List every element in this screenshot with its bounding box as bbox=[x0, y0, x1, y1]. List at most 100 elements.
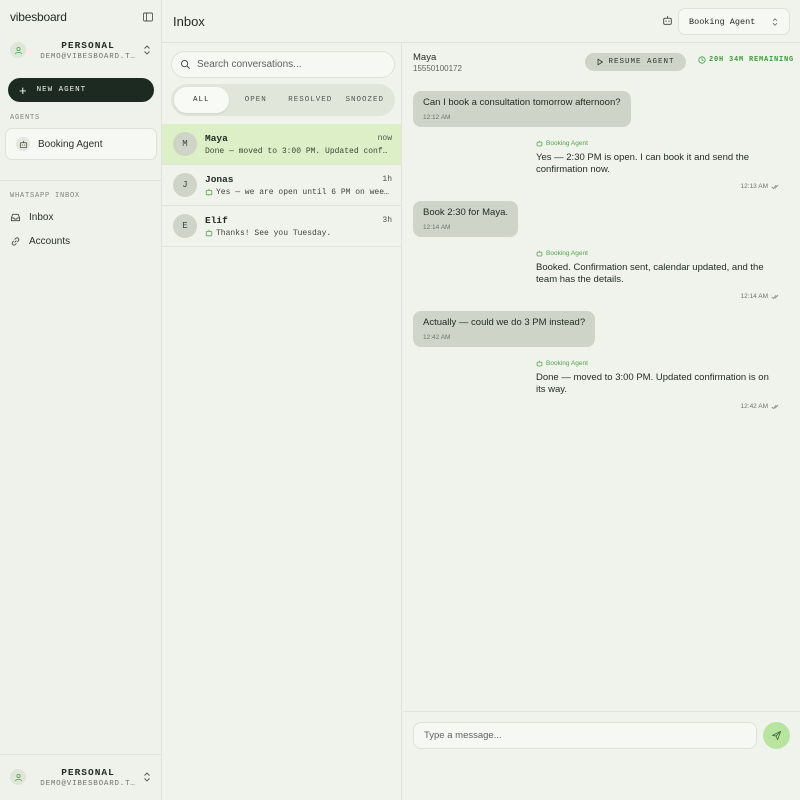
message-text: Book 2:30 for Maya. bbox=[423, 207, 509, 218]
sidebar-item-booking-agent[interactable]: Booking Agent bbox=[5, 128, 157, 160]
sidebar-item-label: Accounts bbox=[29, 235, 71, 247]
search-box[interactable] bbox=[171, 51, 395, 78]
conversation-item-elif[interactable]: E Elif 3h Thanks! See you Tuesday. bbox=[162, 206, 401, 247]
session-timer: 20H 34M REMAINING bbox=[698, 56, 794, 64]
new-agent-button[interactable]: + NEW AGENT bbox=[8, 78, 154, 102]
message-outgoing: Booking Agent Booked. Confirmation sent,… bbox=[536, 250, 780, 300]
message-time: 12:12 AM bbox=[423, 114, 451, 121]
send-icon bbox=[771, 730, 782, 741]
conversation-preview: Done — moved to 3:00 PM. Updated confirm… bbox=[205, 146, 392, 156]
send-button[interactable] bbox=[763, 722, 790, 749]
bot-icon bbox=[205, 229, 213, 237]
account-name: PERSONAL bbox=[61, 39, 115, 51]
sidebar-collapse-icon[interactable] bbox=[142, 11, 154, 23]
account-avatar bbox=[10, 42, 26, 58]
bot-icon bbox=[536, 250, 543, 257]
tab-snoozed[interactable]: SNOOZED bbox=[338, 87, 393, 113]
agent-select-value: Booking Agent bbox=[689, 16, 756, 27]
message-text: Booked. Confirmation sent, calendar upda… bbox=[536, 262, 764, 285]
bot-icon bbox=[663, 16, 672, 25]
message-time: 12:42 AM bbox=[740, 403, 768, 410]
message-time: 12:14 AM bbox=[423, 224, 451, 231]
avatar: E bbox=[173, 214, 197, 238]
account-email: DEMO@VIBESBOARD.T… bbox=[40, 779, 136, 788]
user-icon bbox=[14, 46, 22, 54]
play-icon bbox=[598, 58, 604, 66]
user-icon bbox=[14, 773, 22, 781]
conversation-preview: Yes — we are open until 6 PM on weekdays… bbox=[216, 187, 392, 197]
whatsapp-inbox-section-label: WHATSAPP INBOX bbox=[10, 192, 81, 200]
agent-tag-label: Booking Agent bbox=[546, 360, 588, 367]
chevron-up-down-icon bbox=[772, 17, 778, 26]
sidebar-item-accounts[interactable]: Accounts bbox=[10, 232, 150, 250]
clock-icon bbox=[698, 56, 706, 64]
message-composer[interactable] bbox=[413, 722, 757, 749]
bot-icon bbox=[16, 137, 30, 151]
chevron-up-down-icon bbox=[144, 45, 150, 55]
header: Inbox Booking Agent bbox=[162, 0, 800, 43]
account-switcher-bottom[interactable]: PERSONAL DEMO@VIBESBOARD.T… bbox=[10, 762, 152, 792]
search-input[interactable] bbox=[197, 59, 377, 70]
account-avatar bbox=[10, 769, 26, 785]
account-name: PERSONAL bbox=[61, 766, 115, 778]
contact-phone: 15550100172 bbox=[413, 64, 462, 73]
agent-tag-label: Booking Agent bbox=[546, 250, 588, 257]
avatar: J bbox=[173, 173, 197, 197]
account-switcher-top[interactable]: PERSONAL DEMO@VIBESBOARD.T… bbox=[10, 35, 152, 65]
plus-icon: + bbox=[19, 82, 27, 98]
agent-tag-label: Booking Agent bbox=[546, 140, 588, 147]
double-check-icon bbox=[771, 404, 779, 409]
message-input[interactable] bbox=[424, 730, 744, 741]
message-outgoing: Booking Agent Yes — 2:30 PM is open. I c… bbox=[536, 140, 780, 190]
conversation-time: now bbox=[377, 133, 392, 143]
message-text: Actually — could we do 3 PM instead? bbox=[423, 317, 586, 328]
conversation-item-maya[interactable]: M Maya now Done — moved to 3:00 PM. Upda… bbox=[162, 124, 401, 165]
sidebar-item-label: Booking Agent bbox=[38, 138, 103, 150]
link-icon bbox=[11, 237, 20, 245]
conversation-list: ALL OPEN RESOLVED SNOOZED M Maya now Don… bbox=[162, 43, 402, 800]
tab-resolved[interactable]: RESOLVED bbox=[283, 87, 338, 113]
message-text: Done — moved to 3:00 PM. Updated confirm… bbox=[536, 372, 769, 395]
conversation-name: Maya bbox=[205, 132, 228, 144]
message-incoming: Actually — could we do 3 PM instead? 12:… bbox=[413, 311, 596, 347]
message-time: 12:42 AM bbox=[423, 334, 451, 341]
conversation-name: Elif bbox=[205, 214, 228, 226]
conversation-item-jonas[interactable]: J Jonas 1h Yes — we are open until 6 PM … bbox=[162, 165, 401, 206]
sidebar-bottom-divider bbox=[0, 754, 162, 755]
page-title: Inbox bbox=[173, 14, 205, 29]
agent-select[interactable]: Booking Agent bbox=[678, 8, 790, 35]
message-text: Yes — 2:30 PM is open. I can book it and… bbox=[536, 152, 750, 175]
tab-open[interactable]: OPEN bbox=[229, 87, 284, 113]
double-check-icon bbox=[771, 294, 779, 299]
chat-pane: Maya 15550100172 RESUME AGENT 20H 34M RE… bbox=[403, 43, 800, 800]
conversation-preview: Thanks! See you Tuesday. bbox=[216, 228, 332, 238]
sidebar-item-label: Inbox bbox=[29, 211, 54, 223]
message-text: Can I book a consultation tomorrow after… bbox=[423, 97, 621, 108]
agents-section-label: AGENTS bbox=[10, 114, 41, 122]
account-email: DEMO@VIBESBOARD.T… bbox=[40, 52, 136, 61]
chat-header: Maya 15550100172 RESUME AGENT 20H 34M RE… bbox=[403, 43, 800, 79]
message-outgoing: Booking Agent Done — moved to 3:00 PM. U… bbox=[536, 360, 780, 410]
resume-agent-button[interactable]: RESUME AGENT bbox=[585, 53, 686, 71]
tab-all[interactable]: ALL bbox=[174, 87, 229, 113]
sidebar-item-inbox[interactable]: Inbox bbox=[10, 208, 150, 226]
avatar: M bbox=[173, 132, 197, 156]
sidebar: vibesboard PERSONAL DEMO@VIBESBOARD.T… +… bbox=[0, 0, 162, 800]
inbox-icon bbox=[10, 213, 21, 221]
brand-row: vibesboard bbox=[10, 9, 154, 25]
brand-logo: vibesboard bbox=[10, 10, 67, 24]
message-time: 12:14 AM bbox=[740, 293, 768, 300]
message-time: 12:13 AM bbox=[740, 183, 768, 190]
conversation-name: Jonas bbox=[205, 173, 234, 185]
filter-tabs: ALL OPEN RESOLVED SNOOZED bbox=[171, 84, 395, 116]
double-check-icon bbox=[771, 184, 779, 189]
search-icon bbox=[181, 60, 190, 69]
composer-divider bbox=[403, 711, 800, 712]
bot-icon bbox=[536, 360, 543, 367]
bot-icon bbox=[536, 140, 543, 147]
conversation-time: 3h bbox=[382, 215, 392, 225]
sidebar-divider bbox=[0, 180, 162, 181]
conversation-time: 1h bbox=[382, 174, 392, 184]
bot-icon bbox=[205, 188, 213, 196]
message-incoming: Can I book a consultation tomorrow after… bbox=[413, 91, 631, 127]
